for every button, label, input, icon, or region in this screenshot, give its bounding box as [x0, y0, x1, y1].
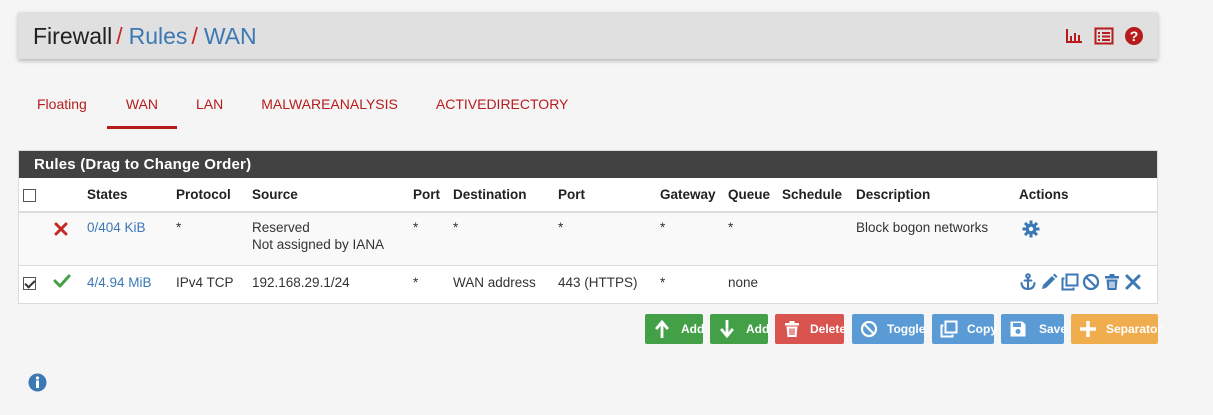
add-top-button[interactable]: Add: [645, 314, 705, 344]
separator-label: Separator: [1106, 322, 1163, 336]
anchor-icon[interactable]: [1019, 273, 1037, 291]
states-link[interactable]: 4/4.94 MiB: [83, 265, 172, 301]
list-icon[interactable]: [1094, 26, 1114, 46]
col-states: States: [83, 178, 172, 213]
interface-tabs: Floating WAN LAN MALWAREANALYSIS ACTIVED…: [18, 92, 587, 129]
disable-icon[interactable]: [1082, 273, 1100, 291]
tab-lan[interactable]: LAN: [177, 92, 242, 129]
queue-cell: none: [728, 274, 759, 290]
trash-icon: [783, 320, 801, 338]
trash-icon[interactable]: [1103, 273, 1121, 291]
delete-label: Delete: [810, 322, 847, 336]
copy-icon[interactable]: [1061, 273, 1079, 291]
edit-pencil-icon[interactable]: [1040, 273, 1058, 291]
select-all-cell: [19, 178, 47, 213]
save-button[interactable]: Save: [1001, 314, 1068, 344]
table-row[interactable]: 0/404 KiB * Reserved Not assigned by IAN…: [19, 212, 1157, 266]
source-alias: Reserved: [252, 220, 310, 235]
col-queue: Queue: [724, 178, 778, 213]
breadcrumb-separator: /: [116, 23, 123, 49]
gateway-cell: *: [656, 212, 724, 266]
separator-button[interactable]: Separator: [1071, 314, 1162, 344]
ban-icon: [860, 320, 878, 338]
status-cell: [47, 212, 83, 266]
col-schedule: Schedule: [778, 178, 852, 213]
source-cell: Reserved Not assigned by IANA: [248, 212, 409, 266]
svg-text:?: ?: [1130, 28, 1139, 44]
gear-icon[interactable]: [1019, 220, 1040, 241]
col-dest-port: Port: [554, 178, 656, 213]
bar-chart-icon[interactable]: [1064, 26, 1084, 46]
protocol-cell: *: [172, 212, 248, 266]
tab-activedirectory[interactable]: ACTIVEDIRECTORY: [417, 92, 588, 129]
row-checkbox[interactable]: [23, 276, 36, 290]
breadcrumb-separator: /: [191, 23, 198, 49]
add-bottom-label: Add: [746, 322, 770, 336]
description-cell: Block bogon networks: [852, 212, 1015, 266]
breadcrumb-wan[interactable]: WAN: [204, 23, 257, 49]
plus-icon: [1079, 320, 1097, 338]
rules-panel: Rules (Drag to Change Order) States Prot…: [18, 150, 1158, 304]
info-icon[interactable]: [28, 373, 47, 392]
protocol-cell: IPv4 TCP: [176, 274, 234, 290]
schedule-cell: [778, 212, 852, 266]
help-icon[interactable]: ?: [1124, 26, 1144, 46]
rules-table: States Protocol Source Port Destination …: [19, 178, 1157, 301]
port-cell: *: [413, 274, 419, 290]
panel-title: Rules (Drag to Change Order): [19, 151, 1157, 178]
add-bottom-button[interactable]: Add: [710, 314, 770, 344]
dest-port-cell: *: [554, 212, 656, 266]
states-link[interactable]: 0/404 KiB: [83, 212, 172, 266]
toggle-button[interactable]: Toggle: [852, 314, 926, 344]
destination-cell: *: [449, 212, 554, 266]
col-source: Source: [248, 178, 409, 213]
tab-wan[interactable]: WAN: [106, 92, 177, 129]
pass-check-icon: [51, 274, 71, 291]
block-icon: [51, 222, 68, 239]
description-cell: [852, 265, 1015, 301]
dest-port-cell: 443 (HTTPS): [558, 274, 638, 290]
tab-malwareanalysis[interactable]: MALWAREANALYSIS: [242, 92, 417, 129]
col-protocol: Protocol: [172, 178, 248, 213]
port-cell: *: [409, 212, 449, 266]
copy-icon: [940, 320, 958, 338]
page-header: Firewall / Rules / WAN ?: [18, 12, 1158, 59]
schedule-cell: [778, 265, 852, 301]
copy-button[interactable]: Copy: [932, 314, 997, 344]
add-top-label: Add: [681, 322, 705, 336]
arrow-up-icon: [653, 319, 671, 339]
queue-cell: *: [724, 212, 778, 266]
breadcrumb-firewall: Firewall: [33, 23, 113, 49]
delete-button[interactable]: Delete: [775, 314, 847, 344]
destination-cell: WAN address: [453, 274, 536, 290]
col-actions: Actions: [1015, 178, 1157, 213]
status-cell: [47, 265, 83, 301]
table-row[interactable]: 4/4.94 MiB IPv4 TCP 192.168.29.1/24 * WA…: [19, 265, 1157, 301]
actions-cell: [1015, 265, 1157, 301]
col-gateway: Gateway: [656, 178, 724, 213]
arrow-down-icon: [718, 319, 736, 339]
tab-floating[interactable]: Floating: [18, 92, 107, 129]
col-destination: Destination: [449, 178, 554, 213]
row-select-cell: [19, 265, 47, 301]
source-cell: 192.168.29.1/24: [252, 274, 350, 290]
source-note: Not assigned by IANA: [252, 237, 385, 252]
breadcrumb-rules[interactable]: Rules: [129, 23, 188, 49]
save-label: Save: [1039, 322, 1068, 336]
gateway-cell: *: [660, 274, 666, 290]
table-header-row: States Protocol Source Port Destination …: [19, 178, 1157, 213]
col-port: Port: [409, 178, 449, 213]
col-description: Description: [852, 178, 1015, 213]
toggle-label: Toggle: [887, 322, 926, 336]
actions-cell: [1015, 212, 1157, 266]
select-all-checkbox[interactable]: [23, 188, 36, 202]
copy-label: Copy: [967, 322, 997, 336]
breadcrumb: Firewall / Rules / WAN: [33, 22, 257, 50]
save-icon: [1009, 320, 1027, 338]
delete-x-icon[interactable]: [1124, 273, 1142, 291]
